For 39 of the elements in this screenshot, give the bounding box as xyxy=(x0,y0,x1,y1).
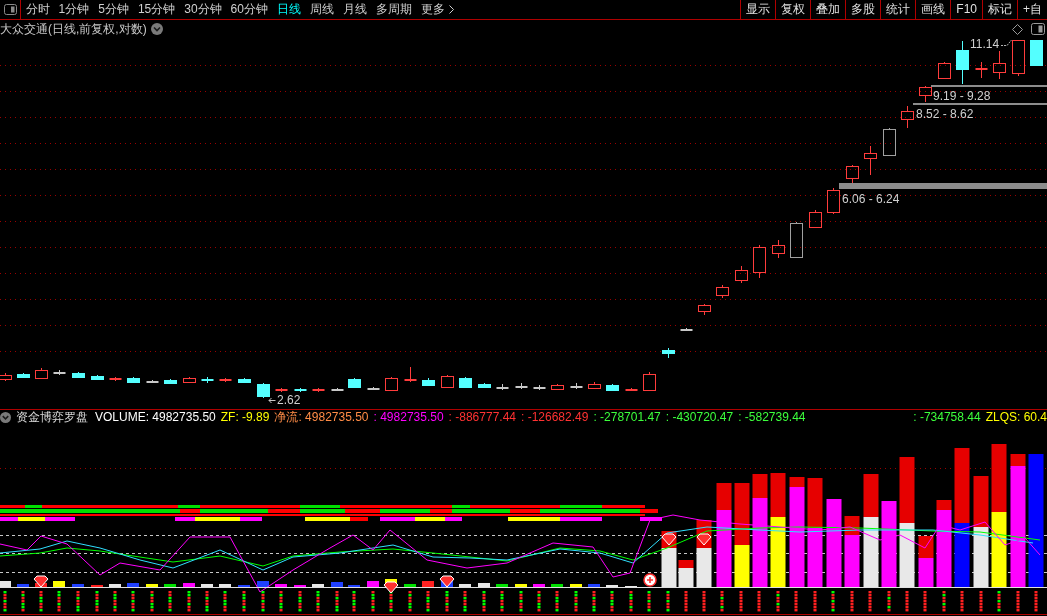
indicator-value: 净流: 4982735.50 xyxy=(274,410,369,425)
indicator-value: VOLUME: 4982735.50 xyxy=(95,410,216,425)
dropdown-icon[interactable] xyxy=(150,23,163,35)
indicator-value: ZLQS: 60.4 xyxy=(985,410,1047,425)
indicator-value: : -582739.44 xyxy=(738,410,806,425)
indicator-value: : -886777.44 xyxy=(448,410,516,425)
indicator-value: : -430720.47 xyxy=(665,410,734,425)
indicator-value: : -734758.44 xyxy=(913,410,981,425)
period-tab[interactable]: 15分钟 xyxy=(133,0,180,19)
period-tab[interactable]: 多周期 xyxy=(371,0,417,19)
more-menu[interactable]: 更多 xyxy=(416,0,459,19)
toolbar-button[interactable]: 叠加 xyxy=(810,0,846,19)
toolbar-button[interactable]: 画线 xyxy=(915,0,951,19)
period-tab[interactable]: 5分钟 xyxy=(93,0,134,19)
indicator-title: 资金博弈罗盘 xyxy=(16,410,88,425)
toolbar-button[interactable]: 复权 xyxy=(775,0,811,19)
toolbar-button[interactable]: +自 xyxy=(1017,0,1047,19)
diamond-icon[interactable] xyxy=(1012,23,1023,35)
period-tab[interactable]: 60分钟 xyxy=(226,0,273,19)
period-tab[interactable]: 1分钟 xyxy=(54,0,94,19)
period-tab[interactable]: 月线 xyxy=(338,0,372,19)
toolbar-button[interactable]: 多股 xyxy=(845,0,881,19)
panel-icon[interactable] xyxy=(3,4,17,15)
indicator-value: : 4982735.50 xyxy=(373,410,444,425)
toolbar-button[interactable]: 标记 xyxy=(982,0,1017,19)
indicator-value: ZF: -9.89 xyxy=(220,410,270,425)
collapse-icon[interactable] xyxy=(0,412,11,423)
chart-title: 大众交通(日线,前复权,对数) xyxy=(0,21,147,38)
period-tab[interactable]: 分时 xyxy=(21,0,54,19)
indicator-value: : -126682.49 xyxy=(521,410,589,425)
chevron-right-icon xyxy=(448,5,454,14)
indicator-value: : -278701.47 xyxy=(593,410,661,425)
toolbar-button[interactable]: 显示 xyxy=(740,0,776,19)
toolbar-button[interactable]: 统计 xyxy=(880,0,916,19)
period-tab[interactable]: 日线 xyxy=(272,0,306,19)
period-tab[interactable]: 30分钟 xyxy=(179,0,227,19)
period-tab[interactable]: 周线 xyxy=(305,0,339,19)
panel-icon[interactable] xyxy=(1031,23,1045,35)
toolbar-button[interactable]: F10 xyxy=(950,0,982,19)
